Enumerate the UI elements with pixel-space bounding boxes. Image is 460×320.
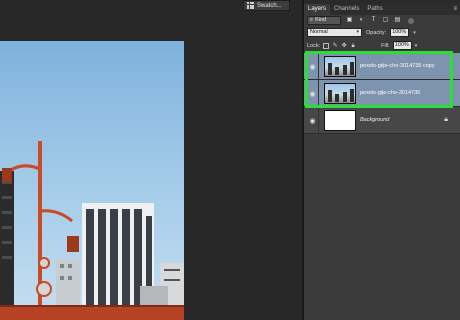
filter-kind-select[interactable]: ⌕ Kind (307, 16, 341, 25)
image-filter-icon[interactable]: ▣ (346, 17, 353, 24)
fill-input[interactable]: 100% (392, 41, 412, 50)
opacity-slider-arrow-icon[interactable]: ▾ (413, 30, 416, 36)
visibility-eye-icon[interactable]: ◉ (307, 107, 319, 134)
filter-toggle-switch[interactable] (408, 17, 414, 24)
lock-position-icon[interactable]: ✥ (341, 43, 347, 49)
layer-filter-row: ⌕ Kind ▣ ◐ T ▢ ▤ (307, 15, 457, 26)
street-photo-artwork (0, 141, 184, 320)
layer-row-background[interactable]: ◉ Background 🔒︎ (304, 107, 460, 134)
layer-lock-icon: 🔒︎ (444, 116, 448, 123)
visibility-eye-icon[interactable]: ◉ (307, 53, 319, 80)
tab-layers[interactable]: Layers (304, 4, 331, 15)
smart-object-filter-icon[interactable]: ▤ (394, 17, 401, 24)
layer-thumbnail (324, 110, 356, 131)
document-canvas[interactable] (0, 0, 302, 320)
fill-slider-arrow-icon[interactable]: ▾ (415, 43, 418, 49)
panel-tabs: Layers Channels Paths ≡ (304, 4, 460, 15)
type-filter-icon[interactable]: T (370, 17, 377, 24)
swatches-label: Swatch... (257, 2, 282, 9)
lock-all-icon[interactable]: 🔒︎ (350, 43, 356, 49)
lock-fill-row: Lock: ✎ ✥ 🔒︎ Fill: 100% ▾ (307, 40, 457, 51)
tab-channels[interactable]: Channels (330, 4, 363, 15)
adjustment-filter-icon[interactable]: ◐ (358, 17, 365, 24)
tab-paths[interactable]: Paths (363, 4, 386, 15)
layers-panel: Layers Channels Paths ≡ ⌕ Kind ▣ ◐ T ▢ ▤… (304, 0, 460, 320)
street-photo-image[interactable] (0, 41, 184, 320)
layer-name[interactable]: pexels-giije-cho-3014735 copy (360, 53, 435, 80)
panel-menu-icon[interactable]: ≡ (453, 6, 457, 12)
lock-transparent-pixels-icon[interactable] (323, 42, 330, 49)
layer-list-empty-area[interactable] (304, 134, 460, 320)
blend-opacity-row: Normal Opacity: 100% ▾ (307, 27, 457, 38)
lock-label: Lock: (307, 42, 321, 49)
visibility-eye-icon[interactable]: ◉ (307, 80, 319, 107)
fill-label: Fill: (381, 42, 390, 49)
filter-kind-label: Kind (315, 17, 327, 23)
layer-thumbnail (324, 83, 356, 104)
swatches-grid-icon (247, 2, 254, 9)
layer-row-copy[interactable]: ◉ pexels-giije-cho-3014735 copy (304, 53, 460, 80)
layer-list: ◉ pexels-giije-cho-3014735 copy ◉ pexels… (304, 53, 460, 134)
layer-row-original[interactable]: ◉ pexels-gije-cho-3014735 (304, 80, 460, 107)
layer-name[interactable]: Background (360, 107, 389, 134)
lock-image-pixels-icon[interactable]: ✎ (332, 43, 338, 49)
opacity-input[interactable]: 100% (390, 28, 410, 37)
swatches-panel-button[interactable]: Swatch... (243, 0, 290, 11)
opacity-label: Opacity: (366, 29, 387, 36)
layer-name[interactable]: pexels-gije-cho-3014735 (360, 80, 420, 107)
shape-filter-icon[interactable]: ▢ (382, 17, 389, 24)
layer-thumbnail (324, 56, 356, 77)
blend-mode-select[interactable]: Normal (307, 28, 362, 37)
search-icon: ⌕ (310, 17, 314, 23)
